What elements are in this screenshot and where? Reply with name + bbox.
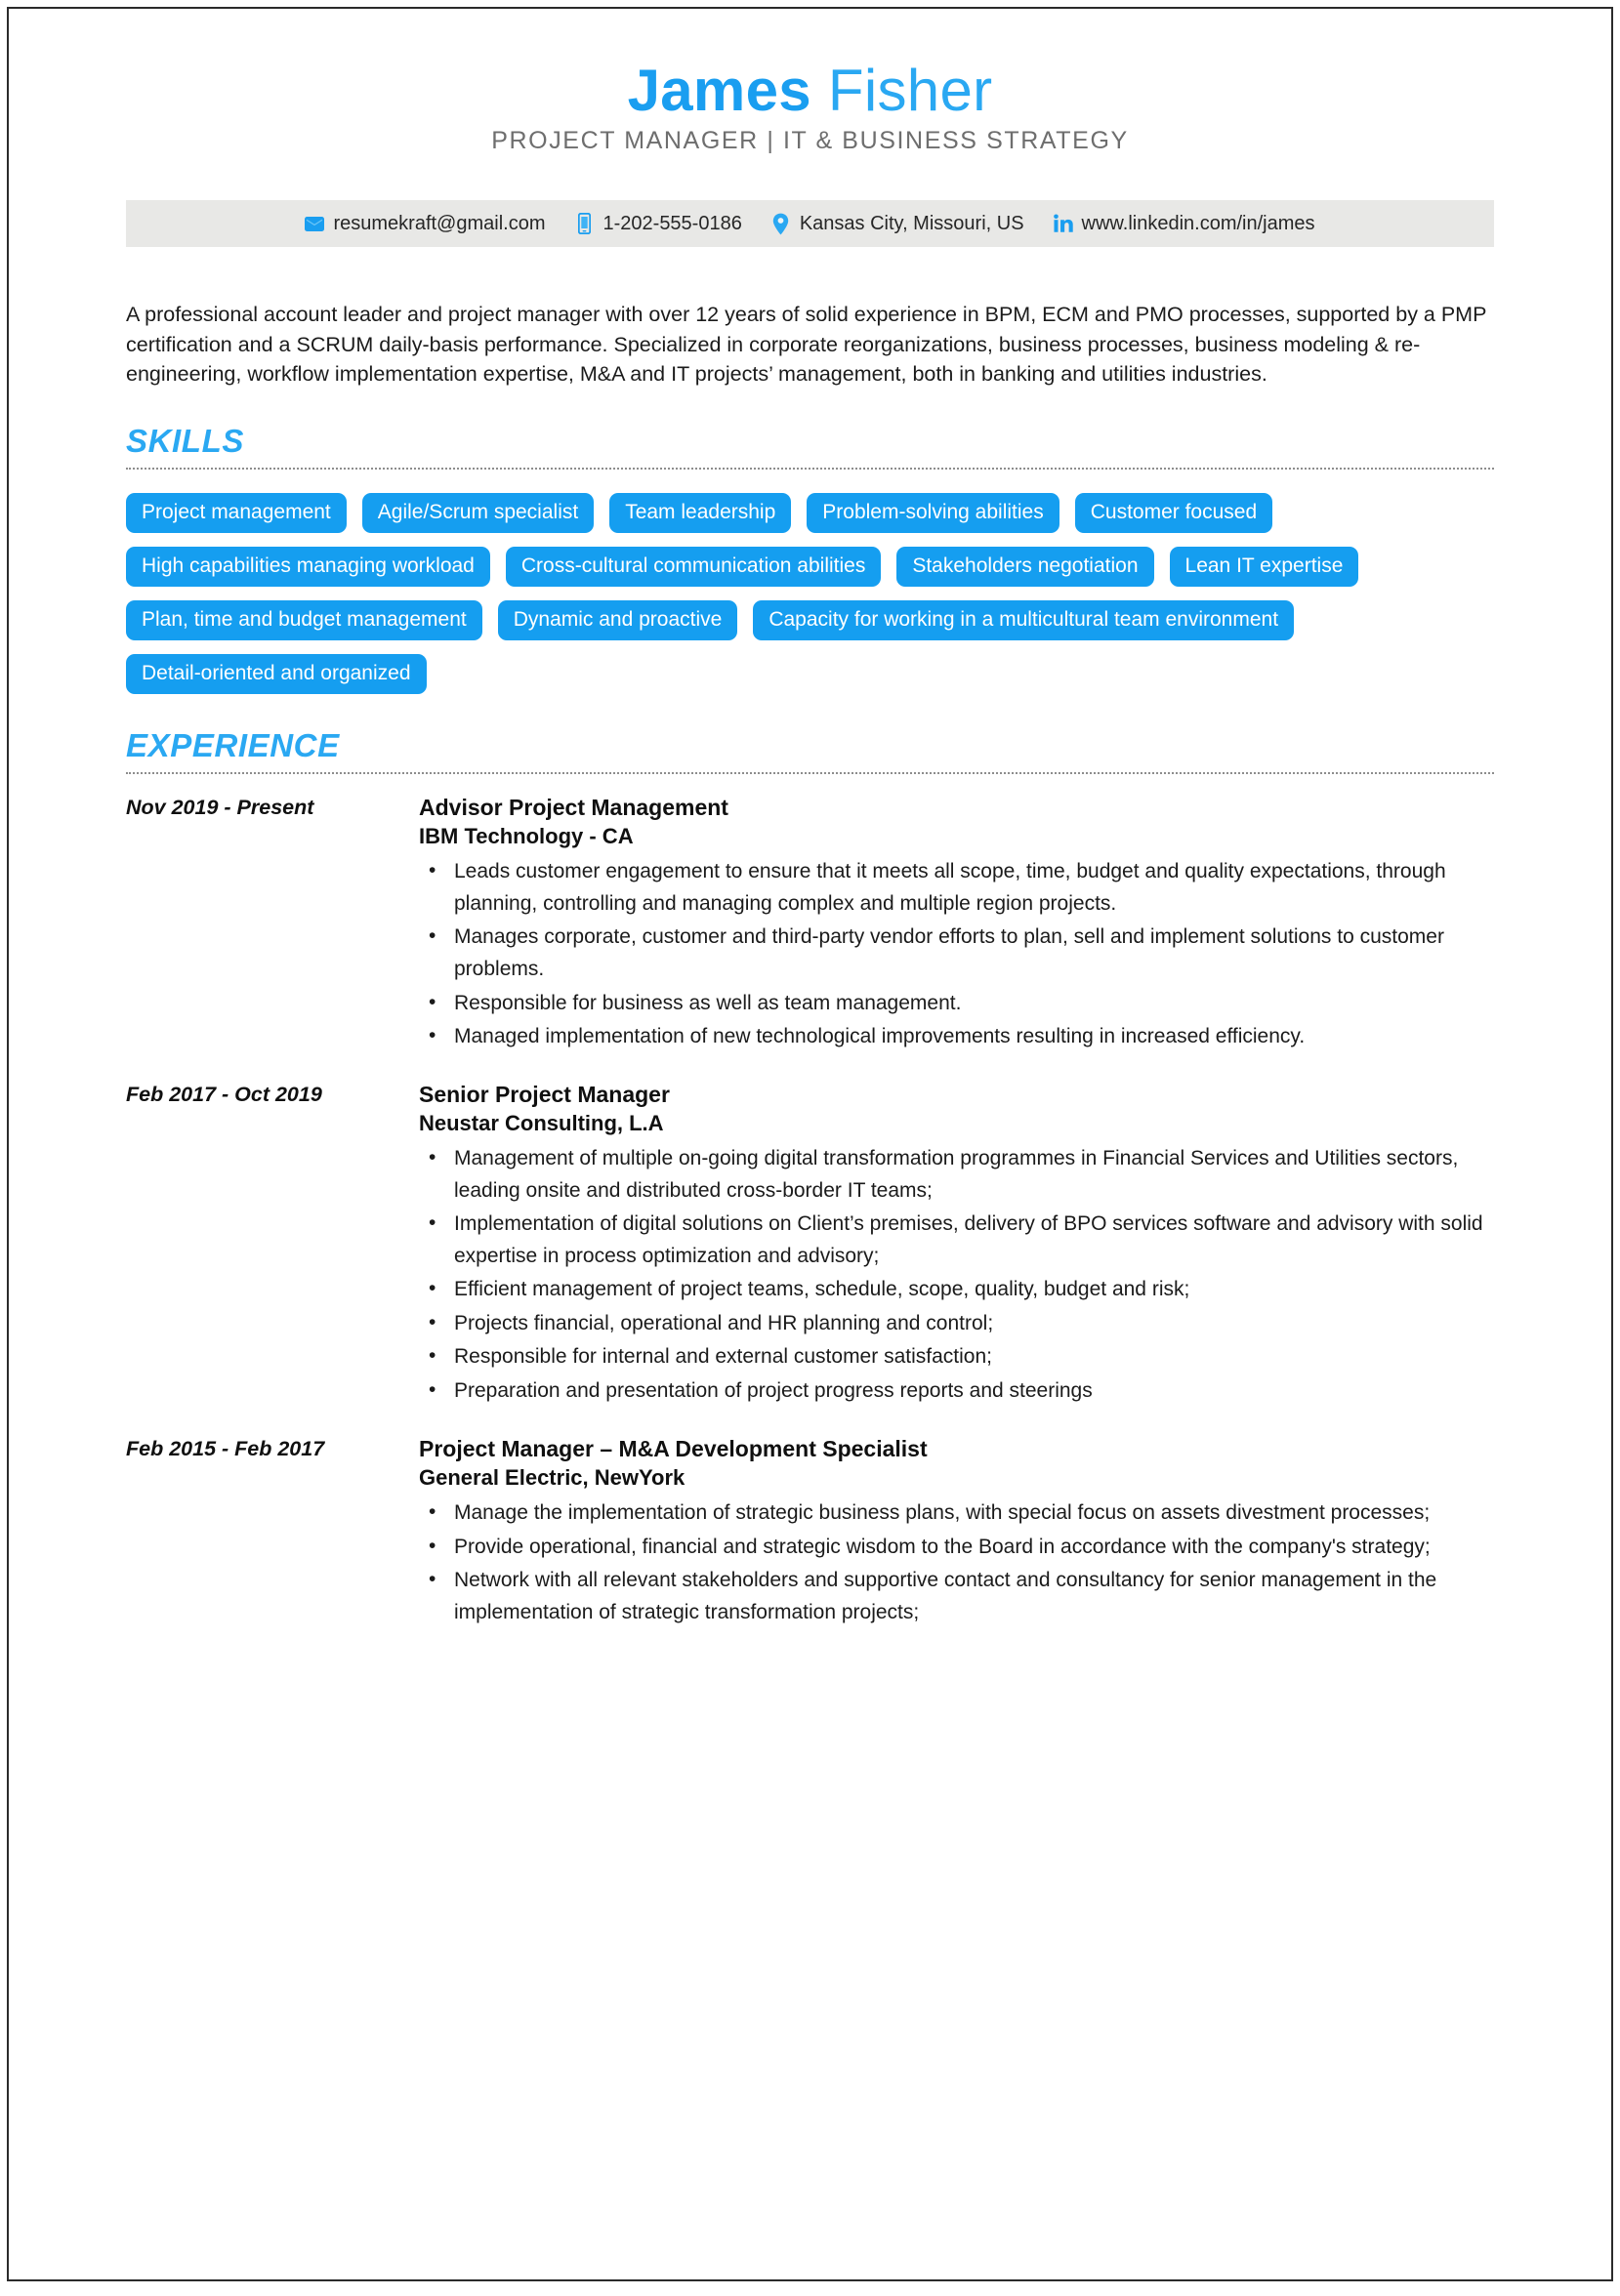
email-icon [305, 213, 325, 234]
skills-section: SKILLS Project management Agile/Scrum sp… [126, 423, 1494, 694]
skill-pill[interactable]: Lean IT expertise [1169, 546, 1359, 587]
candidate-name: James Fisher [126, 60, 1494, 121]
phone-text: 1-202-555-0186 [602, 212, 742, 234]
skill-pill[interactable]: Dynamic and proactive [497, 599, 738, 640]
experience-bullet: Leads customer engagement to ensure that… [419, 855, 1494, 920]
experience-bullet: Implementation of digital solutions on C… [419, 1208, 1494, 1272]
phone-icon [575, 213, 595, 234]
skill-pill[interactable]: Capacity for working in a multicultural … [753, 599, 1295, 640]
first-name: James [627, 58, 811, 123]
skill-pill[interactable]: Project management [126, 492, 347, 533]
experience-bullet: Managed implementation of new technologi… [419, 1020, 1494, 1053]
experience-bullet: Projects financial, operational and HR p… [419, 1307, 1494, 1340]
contact-item-location[interactable]: Kansas City, Missouri, US [771, 213, 1024, 235]
contact-item-phone[interactable]: 1-202-555-0186 [575, 213, 742, 235]
experience-company: General Electric, NewYork [419, 1464, 685, 1490]
experience-bullet: Responsible for business as well as team… [419, 987, 1494, 1020]
contact-bar: resumekraft@gmail.com 1-202-555-0186 Kan… [126, 200, 1494, 247]
last-name: Fisher [827, 58, 993, 123]
experience-bullet: Provide operational, financial and strat… [419, 1531, 1494, 1564]
experience-bullet: Manage the implementation of strategic b… [419, 1496, 1494, 1530]
linkedin-icon [1053, 213, 1073, 234]
experience-bullet: Responsible for internal and external cu… [419, 1340, 1494, 1374]
section-divider [126, 467, 1494, 470]
experience-bullet: Preparation and presentation of project … [419, 1374, 1494, 1408]
skills-list: Project management Agile/Scrum specialis… [126, 489, 1494, 694]
experience-role: Senior Project Manager [419, 1081, 670, 1107]
contact-item-linkedin[interactable]: www.linkedin.com/in/james [1053, 212, 1315, 235]
experience-bullets: Management of multiple on-going digital … [419, 1142, 1494, 1408]
linkedin-text: www.linkedin.com/in/james [1081, 212, 1315, 234]
email-text: resumekraft@gmail.com [333, 212, 546, 234]
location-pin-icon [771, 213, 791, 234]
skill-pill[interactable]: Problem-solving abilities [807, 492, 1059, 533]
section-divider [126, 771, 1494, 774]
location-text: Kansas City, Missouri, US [799, 212, 1024, 234]
skill-pill[interactable]: Agile/Scrum specialist [361, 492, 595, 533]
skill-pill[interactable]: Stakeholders negotiation [896, 546, 1154, 587]
experience-bullet: Efficient management of project teams, s… [419, 1273, 1494, 1306]
skill-pill[interactable]: Team leadership [609, 492, 792, 533]
experience-bullet: Network with all relevant stakeholders a… [419, 1564, 1494, 1628]
experience-date: Nov 2019 - Present [126, 795, 314, 819]
experience-section: EXPERIENCE Nov 2019 - Present Advisor Pr… [126, 727, 1494, 1630]
skill-pill[interactable]: High capabilities managing workload [126, 546, 490, 587]
skills-section-title: SKILLS [126, 422, 244, 459]
skill-pill[interactable]: Plan, time and budget management [126, 599, 482, 640]
experience-details: Advisor Project Management IBM Technolog… [419, 794, 1494, 1055]
experience-details: Project Manager – M&A Development Specia… [419, 1435, 1494, 1631]
experience-entry: Feb 2017 - Oct 2019 Senior Project Manag… [126, 1081, 1494, 1410]
professional-summary: A professional account leader and projec… [126, 303, 1487, 387]
experience-role: Project Manager – M&A Development Specia… [419, 1435, 928, 1461]
contact-item-email[interactable]: resumekraft@gmail.com [305, 212, 546, 235]
professional-headline: PROJECT MANAGER | IT & BUSINESS STRATEGY [491, 127, 1129, 154]
experience-list: Nov 2019 - Present Advisor Project Manag… [126, 794, 1494, 1630]
experience-bullets: Leads customer engagement to ensure that… [419, 855, 1494, 1053]
experience-bullets: Manage the implementation of strategic b… [419, 1496, 1494, 1628]
resume-page: James Fisher PROJECT MANAGER | IT & BUSI… [7, 7, 1613, 2281]
experience-details: Senior Project Manager Neustar Consultin… [419, 1081, 1494, 1410]
experience-bullet: Manages corporate, customer and third-pa… [419, 921, 1494, 985]
skill-pill[interactable]: Cross-cultural communication abilities [505, 546, 882, 587]
experience-role: Advisor Project Management [419, 794, 728, 820]
skill-pill[interactable]: Detail-oriented and organized [126, 653, 427, 694]
experience-company: IBM Technology - CA [419, 824, 634, 849]
experience-bullet: Management of multiple on-going digital … [419, 1142, 1494, 1207]
experience-section-title: EXPERIENCE [126, 726, 340, 763]
experience-company: Neustar Consulting, L.A [419, 1111, 664, 1136]
skill-pill[interactable]: Customer focused [1074, 492, 1273, 533]
experience-entry: Nov 2019 - Present Advisor Project Manag… [126, 794, 1494, 1055]
experience-date: Feb 2017 - Oct 2019 [126, 1082, 322, 1106]
experience-date: Feb 2015 - Feb 2017 [126, 1436, 325, 1460]
experience-entry: Feb 2015 - Feb 2017 Project Manager – M&… [126, 1435, 1494, 1631]
resume-header: James Fisher PROJECT MANAGER | IT & BUSI… [126, 60, 1494, 155]
